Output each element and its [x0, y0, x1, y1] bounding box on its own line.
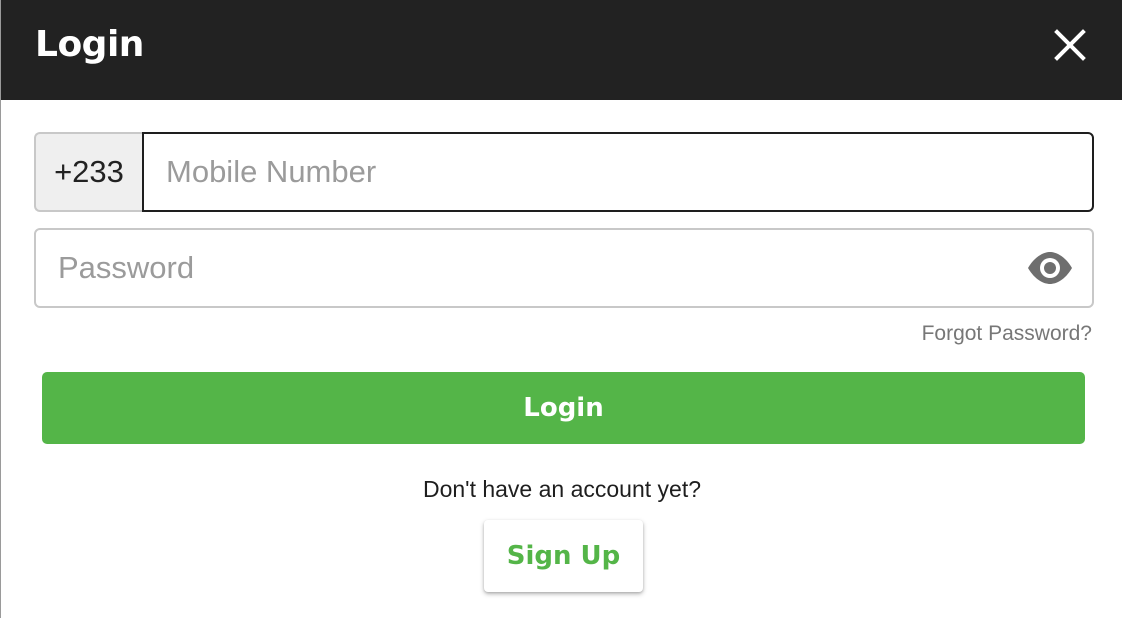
modal-title: Login: [35, 24, 144, 65]
toggle-password-visibility-button[interactable]: [1026, 250, 1074, 286]
country-code-prefix[interactable]: +233: [34, 132, 142, 212]
close-icon: [1054, 29, 1086, 61]
sign-up-button[interactable]: Sign Up: [484, 520, 643, 592]
password-input[interactable]: [34, 228, 1094, 308]
forgot-password-link[interactable]: Forgot Password?: [922, 322, 1092, 346]
mobile-number-input[interactable]: [142, 132, 1094, 212]
login-button[interactable]: Login: [42, 372, 1085, 444]
password-group: [34, 228, 1094, 308]
login-modal: Login +233 Forgot Password? Login Don't …: [0, 0, 1122, 618]
close-button[interactable]: [1047, 22, 1093, 68]
mobile-number-group: +233: [34, 132, 1094, 212]
no-account-text: Don't have an account yet?: [422, 476, 702, 502]
eye-icon: [1028, 252, 1072, 284]
modal-header: Login: [1, 0, 1122, 100]
